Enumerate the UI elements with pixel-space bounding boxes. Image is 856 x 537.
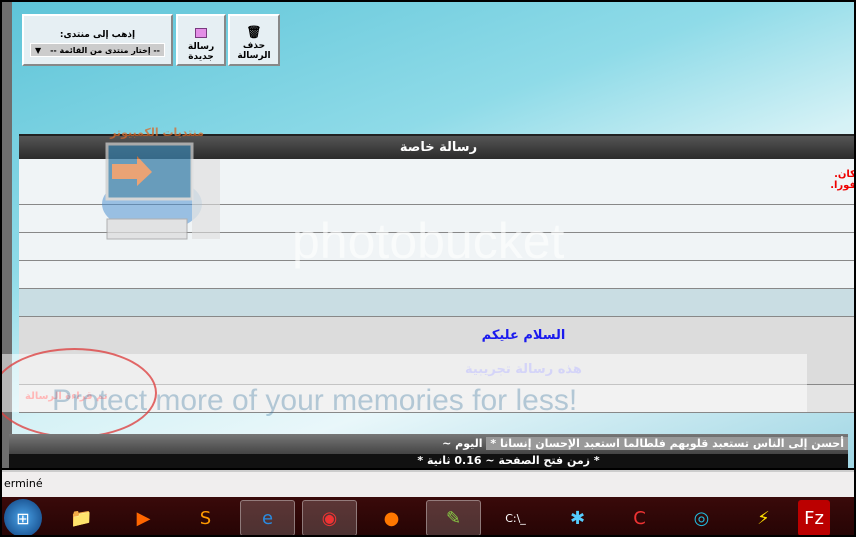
filezilla-icon[interactable]: Fz — [798, 500, 830, 535]
table-row — [19, 261, 854, 289]
app-star-icon[interactable]: ✱ — [550, 500, 605, 535]
body-row: هذه رسالة تجريبية — [19, 355, 854, 385]
greeting-row: السلام عليكم — [19, 317, 854, 355]
forum-select[interactable]: -- إختار منتدى من القائمة -- ▼ — [30, 43, 165, 57]
message-table: رسالة خاصة كان. فورا. السلام عليكم هذه ر… — [19, 134, 856, 413]
media-player-classic-icon[interactable]: ◎ — [674, 500, 729, 535]
page-load-time: * زمن فتح الصفحة ~ 0.16 ثانية * — [9, 454, 848, 468]
quote-marquee: أحسن إلى الناس تستعبد قلوبهم فلطالما است… — [9, 434, 848, 454]
notice-line-2: فورا. — [830, 180, 856, 191]
goto-label: إذهب إلى منتدى: — [59, 30, 136, 40]
chevron-down-icon: ▼ — [35, 45, 42, 55]
notepad-plus-plus-icon[interactable]: ✎ — [426, 500, 481, 535]
folder-icon — [195, 28, 207, 38]
internet-explorer-icon[interactable]: e — [240, 500, 295, 535]
table-row — [19, 289, 854, 317]
table-row — [19, 205, 854, 233]
goto-forum-box: إذهب إلى منتدى: -- إختار منتدى من القائم… — [22, 14, 173, 66]
notice-row: كان. فورا. — [19, 159, 856, 205]
command-prompt-icon[interactable]: C:\_ — [488, 500, 543, 535]
trash-icon: 🗑 — [246, 25, 262, 39]
new-message-label: رسالة جديدة — [187, 42, 215, 62]
table-row — [19, 233, 854, 261]
status-text: erminé — [4, 477, 43, 490]
taskbar: ⊞ 📁 ▶ S e ◉ ● ✎ C:\_ ✱ C ◎ ⚡ Fz — [2, 497, 854, 535]
sublime-text-icon[interactable]: S — [178, 500, 233, 535]
file-explorer-icon[interactable]: 📁 — [54, 500, 109, 535]
message-body: هذه رسالة تجريبية — [465, 362, 582, 377]
network-icon[interactable]: ⚡ — [736, 500, 791, 535]
forum-page: إذهب إلى منتدى: -- إختار منتدى من القائم… — [12, 2, 856, 468]
read-status-row: تم قراءة الرسالة — [19, 385, 854, 413]
window-edge — [2, 2, 12, 468]
media-player-icon[interactable]: ▶ — [116, 500, 171, 535]
marquee-quote: أحسن إلى الناس تستعبد قلوبهم فلطالما است… — [486, 437, 848, 450]
windows-start-icon[interactable]: ⊞ — [4, 499, 42, 535]
screen: إذهب إلى منتدى: -- إختار منتدى من القائم… — [0, 0, 856, 537]
notice-line-1: كان. — [834, 169, 856, 180]
new-message-button[interactable]: رسالة جديدة — [176, 14, 226, 66]
delete-message-button[interactable]: 🗑 حذف الرسالة — [228, 14, 280, 66]
greeting-text: السلام عليكم — [481, 328, 566, 343]
select-value: -- إختار منتدى من القائمة -- — [50, 45, 160, 55]
firefox-icon[interactable]: ● — [364, 500, 419, 535]
browser-status-bar: erminé — [2, 470, 854, 497]
message-header: رسالة خاصة — [19, 134, 854, 159]
delete-message-label: حذف الرسالة — [237, 41, 271, 61]
marquee-prefix: اليوم ~ — [442, 437, 483, 450]
read-status: تم قراءة الرسالة — [25, 391, 108, 402]
ccleaner-icon[interactable]: C — [612, 500, 667, 535]
chrome-icon[interactable]: ◉ — [302, 500, 357, 535]
